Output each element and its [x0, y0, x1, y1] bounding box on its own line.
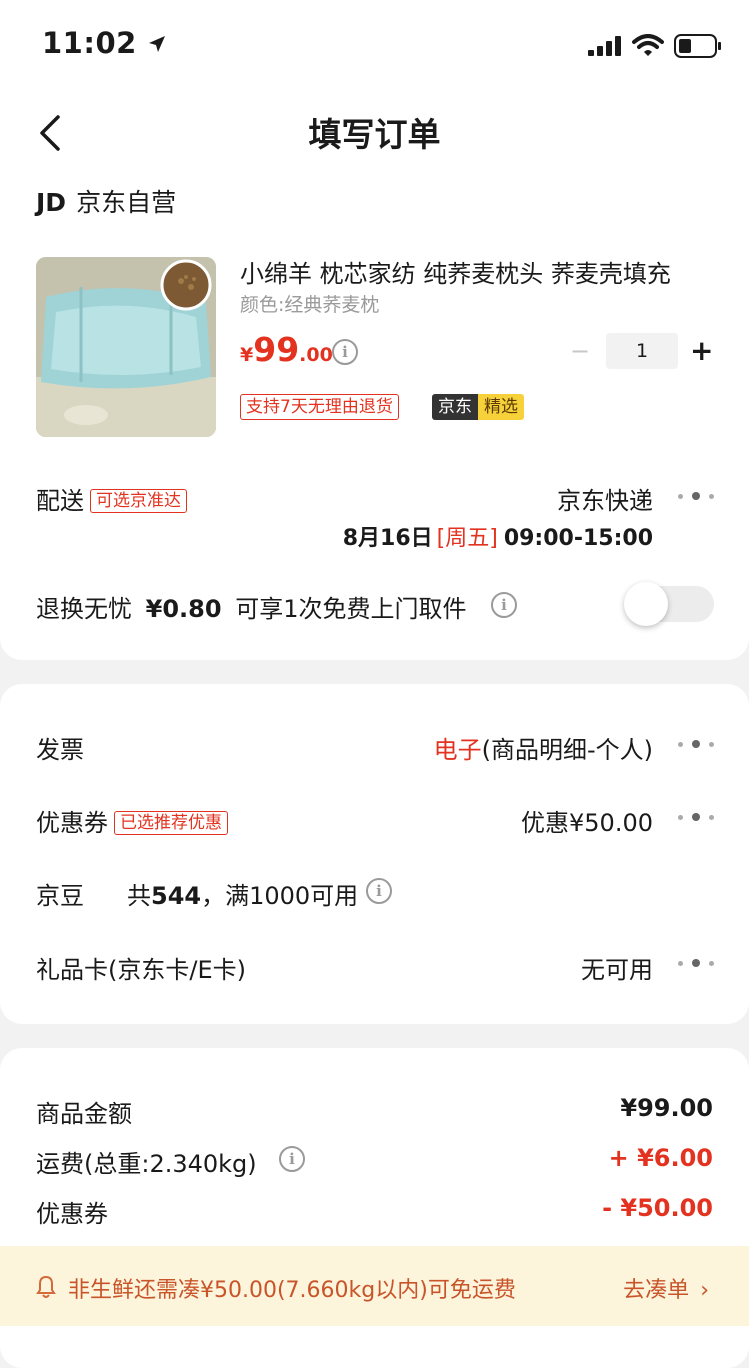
delivery-label: 配送	[36, 487, 84, 515]
bell-icon	[36, 1275, 56, 1298]
delivery-time[interactable]: 8月16日 [周五] 09:00-15:00	[343, 520, 653, 552]
status-time-text: 11:02	[42, 26, 137, 60]
product-price: ¥99.00	[240, 330, 333, 369]
quantity-decrease-button[interactable]: −	[570, 337, 590, 365]
toggle-knob	[624, 582, 668, 626]
add-items-label: 去凑单	[623, 1278, 690, 1303]
page-title: 填写订单	[308, 115, 441, 154]
shipping-value: + ¥6.00	[608, 1144, 713, 1172]
return-info-button[interactable]: i	[491, 592, 517, 618]
location-arrow-icon	[149, 36, 166, 52]
price-integer: 99	[253, 330, 300, 369]
jingdou-desc: 共544，满1000可用	[127, 876, 358, 911]
giftcard-label: 礼品卡(京东卡/E卡)	[36, 956, 246, 984]
invoice-value[interactable]: 电子(商品明细-个人)	[434, 730, 653, 765]
info-icon: i	[366, 878, 392, 904]
shop-header[interactable]: JD 京东自营	[36, 183, 176, 219]
return-service-label: 退换无忧	[36, 595, 132, 623]
invoice-more-icon[interactable]	[678, 740, 714, 748]
delivery-window: 09:00-15:00	[503, 526, 653, 551]
status-time: 11:02	[42, 26, 167, 60]
giftcard-more-icon[interactable]	[678, 959, 714, 967]
product-variant[interactable]: 颜色:经典荞麦枕	[240, 290, 379, 317]
price-decimal: .00	[299, 344, 333, 366]
coupon-value[interactable]: 优惠¥50.00	[521, 803, 653, 838]
delivery-more-icon[interactable]	[678, 492, 714, 500]
coupon-label: 优惠券	[36, 809, 108, 837]
jd-badge-label: 京东	[432, 394, 478, 420]
jingdou-desc-suffix: ，满1000可用	[201, 882, 359, 910]
goods-amount-label: 商品金额	[36, 1100, 132, 1128]
coupon-more-icon[interactable]	[678, 813, 714, 821]
info-icon: i	[491, 592, 517, 618]
summary-coupon-value: - ¥50.00	[602, 1194, 713, 1222]
invoice-type: 电子	[433, 736, 482, 764]
free-shipping-notice: 非生鲜还需凑¥50.00(7.660kg以内)可免运费 去凑单 ›	[0, 1246, 749, 1326]
return-service-toggle[interactable]	[624, 582, 714, 626]
goods-amount-value: ¥99.00	[620, 1094, 713, 1122]
info-icon: i	[332, 339, 358, 365]
chevron-right-icon: ›	[700, 1278, 709, 1303]
giftcard-value[interactable]: 无可用	[581, 950, 653, 985]
info-icon: i	[279, 1146, 305, 1172]
return-service-desc: 可享1次免费上门取件	[235, 595, 467, 623]
wifi-icon	[632, 34, 664, 56]
jd-logo: JD	[36, 188, 67, 217]
jd-pick-badge: 京东 精选	[432, 394, 524, 420]
return-service-price: ¥0.80	[145, 595, 222, 623]
jingdou-info-button[interactable]: i	[366, 878, 392, 904]
pillow-image	[36, 257, 216, 437]
delivery-weekday: [周五]	[436, 526, 498, 551]
product-title[interactable]: 小绵羊 枕芯家纺 纯荞麦枕头 荞麦壳填充	[240, 254, 720, 289]
return-service-row: 退换无忧 ¥0.80 可享1次免费上门取件	[36, 589, 466, 624]
signal-icon	[588, 36, 621, 56]
price-symbol: ¥	[240, 344, 254, 366]
invoice-detail: (商品明细-个人)	[481, 736, 653, 764]
shop-name: 京东自营	[76, 188, 177, 217]
coupon-tag: 已选推荐优惠	[114, 811, 228, 835]
price-info-button[interactable]: i	[332, 339, 358, 365]
shipping-label: 运费(总重:2.340kg)	[36, 1150, 257, 1178]
return-policy-tag: 支持7天无理由退货	[240, 394, 399, 420]
battery-icon	[674, 34, 721, 58]
pick-badge-label: 精选	[478, 394, 524, 420]
jingdou-desc-prefix: 共	[127, 882, 151, 910]
quantity-increase-button[interactable]: +	[690, 334, 713, 367]
delivery-date: 8月16日	[342, 526, 433, 551]
shipping-info-button[interactable]: i	[279, 1146, 305, 1172]
product-image[interactable]	[36, 257, 216, 437]
summary-coupon-label: 优惠券	[36, 1200, 108, 1228]
coupon-row: 优惠券 已选推荐优惠	[36, 803, 228, 838]
quantity-input[interactable]: 1	[606, 333, 678, 369]
notice-text: 非生鲜还需凑¥50.00(7.660kg以内)可免运费	[68, 1278, 516, 1303]
delivery-row: 配送 可选京准达	[36, 481, 187, 516]
delivery-tag[interactable]: 可选京准达	[90, 489, 187, 513]
jingdou-count: 544	[151, 882, 202, 910]
jingdou-label: 京豆	[36, 882, 84, 910]
delivery-carrier[interactable]: 京东快递	[557, 481, 653, 516]
add-items-link[interactable]: 去凑单 ›	[623, 1272, 709, 1304]
invoice-label: 发票	[36, 736, 84, 764]
